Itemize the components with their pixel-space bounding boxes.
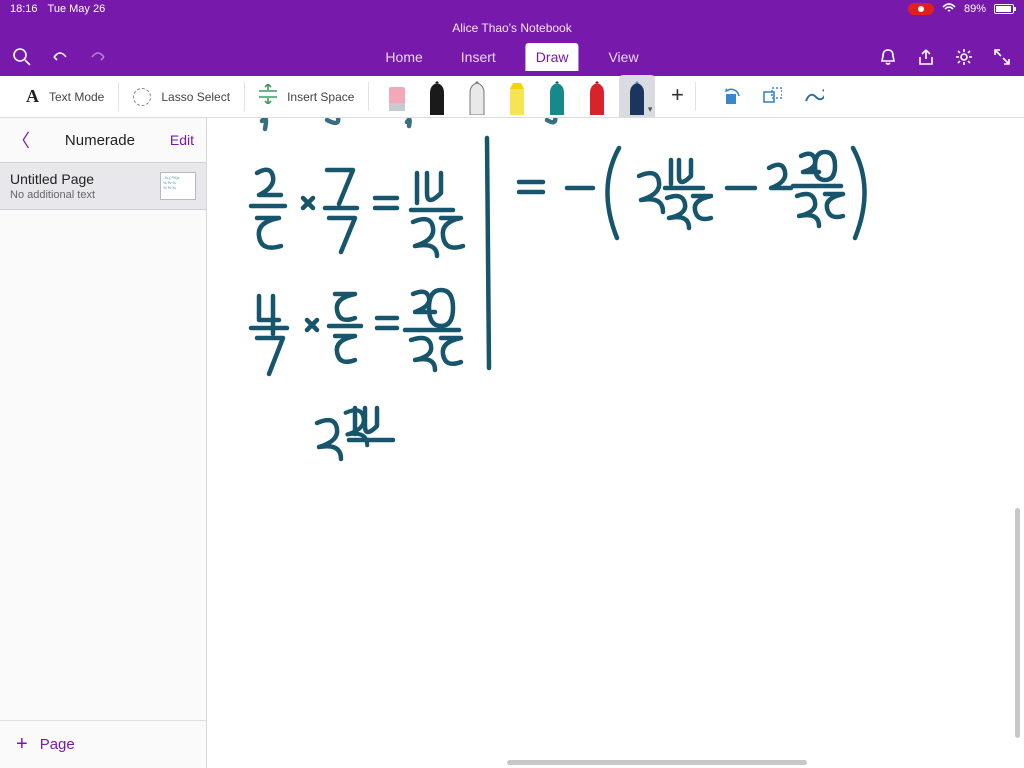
status-date: Tue May 26 (48, 3, 106, 15)
share-icon[interactable] (916, 47, 936, 67)
handwriting-ink (207, 118, 1024, 768)
pen-teal[interactable] (539, 75, 575, 117)
tab-home[interactable]: Home (377, 45, 430, 69)
ink-eq1 (251, 170, 463, 256)
page-thumbnail: -¾-(-²⅝)=¾·⅝·¾⅞·⅝·¾ (160, 172, 196, 200)
tab-insert[interactable]: Insert (453, 45, 504, 69)
draw-toolbar: A Text Mode Lasso Select Insert Space (0, 76, 1024, 118)
ios-status-bar: 18:16 Tue May 26 89% (0, 0, 1024, 18)
pen-eraser[interactable] (379, 75, 415, 117)
divider (368, 82, 369, 111)
page-title: Untitled Page (10, 171, 152, 187)
status-time: 18:16 (10, 3, 38, 15)
ink-eq2 (251, 290, 461, 374)
pen-palette: ▾ + (379, 76, 695, 117)
app-header: Alice Thao's Notebook Home Insert Draw V… (0, 18, 1024, 76)
plus-icon: + (671, 82, 684, 108)
pen-black[interactable] (419, 75, 455, 117)
plus-icon: + (16, 733, 28, 756)
lasso-icon (133, 88, 151, 106)
divider (695, 82, 696, 111)
ink-eq3 (317, 408, 393, 459)
wifi-icon (942, 3, 956, 16)
vertical-scroll-indicator[interactable] (1015, 508, 1020, 738)
text-mode-icon: A (26, 86, 39, 107)
pen-white[interactable] (459, 75, 495, 117)
pen-navy-selected[interactable]: ▾ (619, 75, 655, 117)
note-canvas[interactable] (207, 118, 1024, 768)
tab-view[interactable]: View (600, 45, 646, 69)
pen-highlighter-yellow[interactable] (499, 75, 535, 117)
fullscreen-icon[interactable] (992, 47, 1012, 67)
redo-icon[interactable] (88, 47, 108, 67)
ink-eq-right (519, 148, 865, 238)
ink-to-shape-icon[interactable] (762, 87, 782, 107)
ink-to-math-icon[interactable] (804, 87, 824, 107)
tab-draw[interactable]: Draw (526, 43, 579, 71)
page-sidebar: 〈 Numerade Edit Untitled Page No additio… (0, 118, 207, 768)
lasso-select-button[interactable]: Lasso Select (119, 76, 244, 117)
notebook-name[interactable]: Numerade (30, 132, 170, 149)
insert-space-button[interactable]: Insert Space (245, 76, 368, 117)
page-list-item[interactable]: Untitled Page No additional text -¾-(-²⅝… (0, 162, 206, 210)
notebook-title: Alice Thao's Notebook (0, 18, 1024, 38)
notifications-icon[interactable] (878, 47, 898, 67)
battery-icon (994, 4, 1014, 14)
edit-button[interactable]: Edit (170, 132, 194, 148)
pen-red[interactable] (579, 75, 615, 117)
chevron-down-icon: ▾ (648, 104, 653, 115)
undo-icon[interactable] (50, 47, 70, 67)
settings-icon[interactable] (954, 47, 974, 67)
text-mode-button[interactable]: A Text Mode (12, 76, 118, 117)
shape-rotate-icon[interactable] (720, 87, 740, 107)
horizontal-scroll-indicator[interactable] (507, 760, 807, 765)
ribbon-tabs: Home Insert Draw View (377, 43, 646, 71)
main-area: 〈 Numerade Edit Untitled Page No additio… (0, 118, 1024, 768)
add-page-button[interactable]: + Page (0, 720, 206, 768)
back-icon[interactable]: 〈 (12, 127, 30, 153)
add-page-label: Page (40, 736, 75, 753)
page-subtitle: No additional text (10, 189, 152, 201)
insert-space-icon (259, 84, 277, 109)
battery-pct: 89% (964, 3, 986, 15)
search-icon[interactable] (12, 47, 32, 67)
ink-divider (487, 138, 489, 368)
add-pen-button[interactable]: + (659, 75, 695, 117)
screen-recording-indicator[interactable] (908, 3, 934, 15)
